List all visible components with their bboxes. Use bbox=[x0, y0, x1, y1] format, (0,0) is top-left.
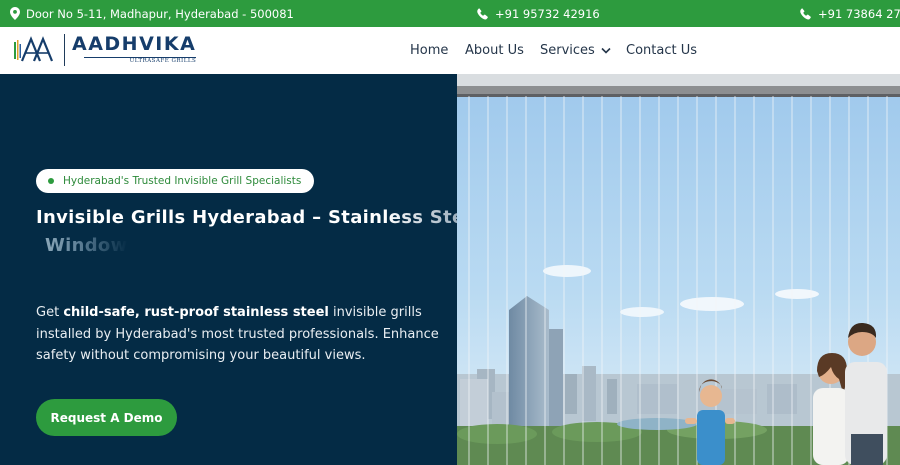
hero-title-line1: Invisible Grills Hyderabad – Stainless S… bbox=[36, 207, 484, 228]
nav-services-label: Services bbox=[540, 43, 595, 58]
phone-item-2[interactable]: +91 73864 27322 bbox=[800, 0, 900, 27]
nav-services[interactable]: Services bbox=[540, 43, 611, 58]
nav-home[interactable]: Home bbox=[410, 43, 448, 58]
phone-icon bbox=[800, 7, 811, 19]
site-header: AADHVIKA ULTRASAFE GRILLS Home About Us … bbox=[0, 27, 900, 74]
address-text: Door No 5-11, Madhapur, Hyderabad - 5000… bbox=[26, 6, 294, 21]
balcony-city-illustration bbox=[457, 74, 900, 465]
phone-icon bbox=[477, 7, 488, 19]
badge-dot-icon bbox=[48, 178, 54, 184]
nav-contact-us[interactable]: Contact Us bbox=[626, 43, 697, 58]
hero-image bbox=[457, 74, 900, 465]
hero-title-line2: Window bbox=[45, 235, 128, 256]
top-info-bar: Door No 5-11, Madhapur, Hyderabad - 5000… bbox=[0, 0, 900, 27]
address-item: Door No 5-11, Madhapur, Hyderabad - 5000… bbox=[10, 0, 294, 27]
phone-item-1[interactable]: +91 95732 42916 bbox=[477, 0, 600, 27]
hero-section: Hyderabad's Trusted Invisible Grill Spec… bbox=[0, 74, 483, 465]
request-demo-button[interactable]: Request A Demo bbox=[36, 399, 177, 436]
phone-number-1[interactable]: +91 95732 42916 bbox=[495, 7, 600, 21]
nav-about-us[interactable]: About Us bbox=[465, 43, 524, 58]
badge-text: Hyderabad's Trusted Invisible Grill Spec… bbox=[63, 175, 302, 187]
location-pin-icon bbox=[10, 7, 20, 20]
hero-description: Get child-safe, rust-proof stainless ste… bbox=[36, 302, 446, 367]
chevron-down-icon bbox=[601, 47, 611, 54]
main-nav: Home About Us Services Contact Us bbox=[0, 27, 900, 74]
phone-number-2[interactable]: +91 73864 27322 bbox=[818, 7, 900, 21]
hero-desc-part1: Get bbox=[36, 305, 64, 320]
hero-badge: Hyderabad's Trusted Invisible Grill Spec… bbox=[36, 169, 315, 193]
hero-desc-bold: child-safe, rust-proof stainless steel bbox=[63, 305, 329, 320]
hero-title: Invisible Grills Hyderabad – Stainless S… bbox=[36, 204, 483, 260]
